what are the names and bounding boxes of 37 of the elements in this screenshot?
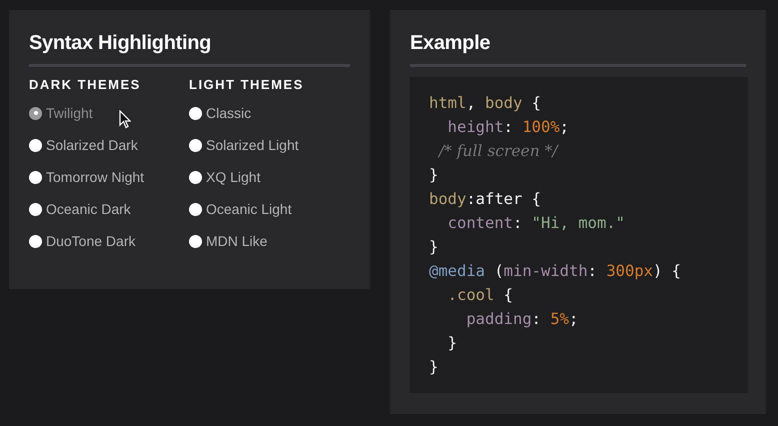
code-line: body:after { <box>429 189 541 210</box>
code-line: } <box>429 357 438 378</box>
code-line: /* full screen */ <box>436 141 558 162</box>
group-heading: DARK THEMES <box>29 77 142 93</box>
radio-button[interactable] <box>189 138 202 152</box>
theme-option-label[interactable]: Tomorrow Night <box>46 166 144 188</box>
theme-option-label[interactable]: DuoTone Dark <box>46 230 136 252</box>
radio-button[interactable] <box>29 202 42 216</box>
radio-button[interactable] <box>189 202 202 216</box>
panel-title: Syntax Highlighting <box>29 31 212 56</box>
theme-option-label[interactable]: MDN Like <box>206 230 268 252</box>
theme-option-label[interactable]: Solarized Dark <box>46 134 138 156</box>
radio-button[interactable] <box>29 138 42 152</box>
code-line: @media (min-width: 300px) { <box>429 261 682 282</box>
radio-button[interactable] <box>189 234 202 248</box>
code-line: .cool { <box>446 285 513 306</box>
radio-button[interactable] <box>29 170 42 184</box>
code-line: } <box>429 165 438 186</box>
code-line: padding: 5%; <box>465 309 578 330</box>
code-line: } <box>446 333 457 354</box>
code-line: height: 100%; <box>446 117 569 138</box>
group-heading: LIGHT THEMES <box>189 77 305 93</box>
code-line: } <box>429 237 438 258</box>
theme-option-label[interactable]: Twilight <box>46 102 93 124</box>
code-line: content: "Hi, mom." <box>446 213 625 234</box>
theme-option-label[interactable]: XQ Light <box>206 166 260 188</box>
theme-option-label[interactable]: Solarized Light <box>206 134 299 156</box>
radio-button[interactable] <box>29 106 42 120</box>
radio-button[interactable] <box>189 170 202 184</box>
theme-option-label[interactable]: Classic <box>206 102 252 124</box>
panel-title: Example <box>410 31 492 56</box>
theme-option-label[interactable]: Oceanic Light <box>206 198 292 220</box>
cursor-icon <box>119 110 131 129</box>
radio-button[interactable] <box>29 234 42 248</box>
radio-button[interactable] <box>189 106 202 120</box>
theme-option-label[interactable]: Oceanic Dark <box>46 198 131 220</box>
code-line: html, body { <box>429 93 541 114</box>
